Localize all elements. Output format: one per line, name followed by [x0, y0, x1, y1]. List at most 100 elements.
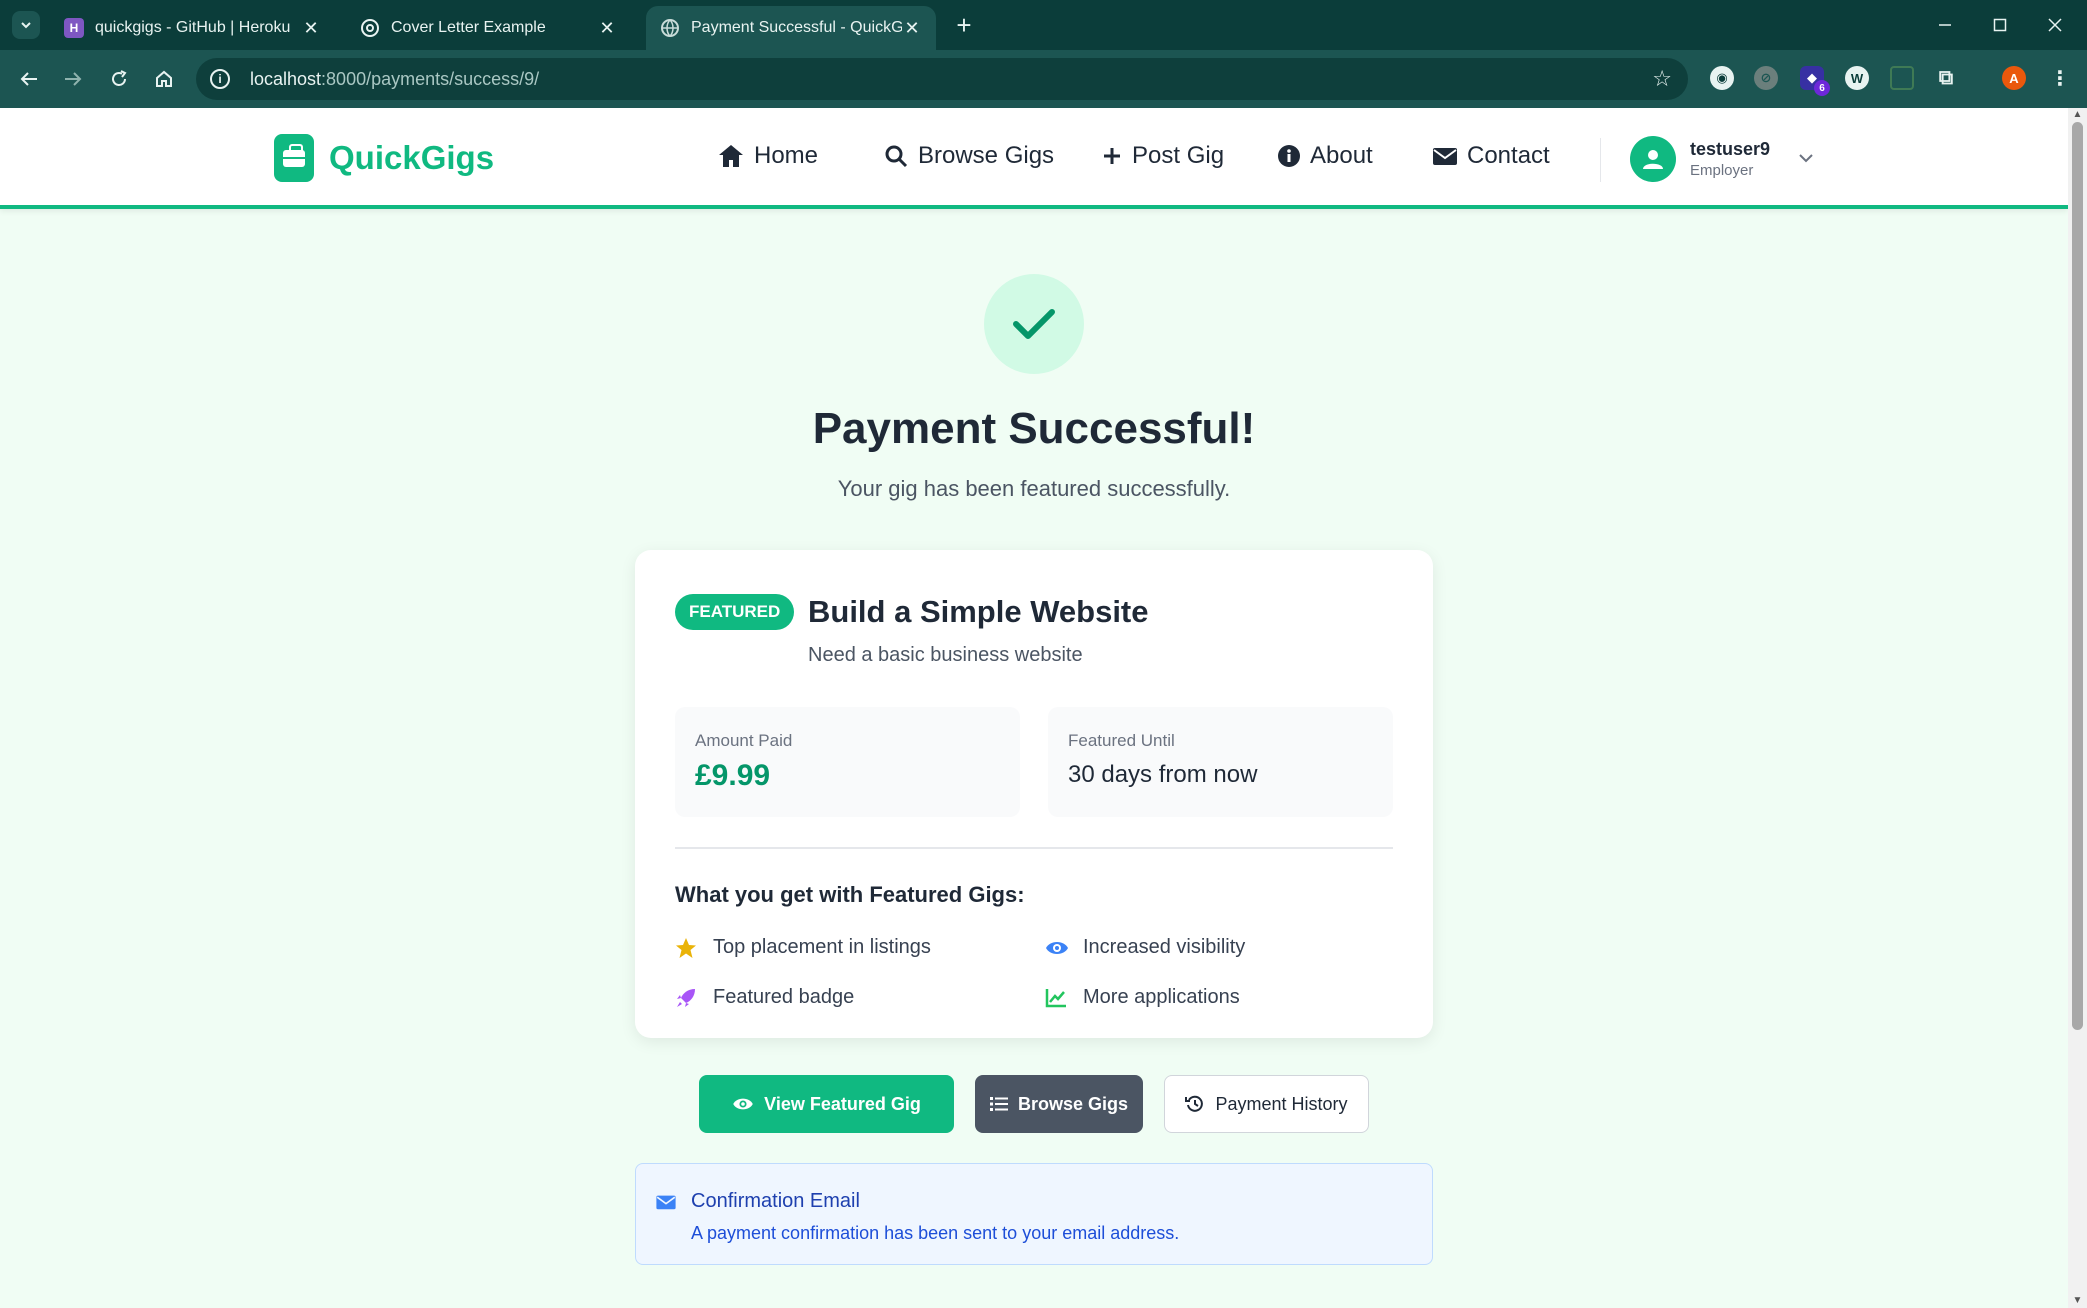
user-role: Employer — [1690, 162, 1754, 179]
window-close-icon[interactable] — [2035, 10, 2075, 40]
notice-title: Confirmation Email — [691, 1190, 860, 1212]
confirmation-email-notice: Confirmation Email A payment confirmatio… — [635, 1163, 1433, 1265]
tab-title: Cover Letter Example — [391, 19, 546, 36]
site-info-icon[interactable]: i — [210, 69, 230, 89]
chevron-down-icon — [21, 22, 31, 29]
home-icon — [718, 144, 744, 168]
user-menu[interactable]: testuser9 Employer — [1630, 136, 1814, 182]
extensions-puzzle-icon[interactable]: ⧉ — [1934, 66, 1958, 90]
tab-search-button[interactable] — [12, 11, 40, 39]
extension-screen-icon[interactable] — [1890, 66, 1914, 90]
new-tab-button[interactable]: + — [950, 10, 978, 40]
extension-blocked-icon[interactable]: ⊘ — [1754, 66, 1778, 90]
nav-label: About — [1310, 142, 1373, 169]
search-icon — [884, 144, 908, 168]
scroll-up-arrow-icon[interactable]: ▲ — [2072, 110, 2083, 120]
scrollbar-thumb[interactable] — [2072, 122, 2083, 1030]
page-scrollbar[interactable]: ▲ ▼ — [2068, 108, 2087, 1308]
nav-label: Home — [754, 142, 819, 169]
amount-paid-label: Amount Paid — [695, 731, 793, 750]
benefit-label: Featured badge — [713, 986, 855, 1008]
nav-post-gig[interactable]: Post Gig — [1102, 142, 1224, 170]
user-avatar — [1630, 136, 1676, 182]
payment-history-button[interactable]: Payment History — [1164, 1075, 1369, 1133]
back-arrow-icon[interactable] — [14, 64, 44, 94]
site-logo[interactable]: QuickGigs — [274, 134, 494, 182]
benefits-title: What you get with Featured Gigs: — [675, 882, 1025, 907]
user-icon — [1643, 150, 1663, 169]
nav-divider — [1600, 138, 1601, 182]
scroll-down-arrow-icon[interactable]: ▼ — [2072, 1296, 2083, 1306]
extension-puzzle-badge-icon[interactable]: ◆ 6 — [1800, 66, 1830, 96]
featured-until-value: 30 days from now — [1068, 761, 1258, 788]
bookmark-star-icon[interactable]: ☆ — [1652, 66, 1672, 92]
history-icon — [1185, 1094, 1205, 1114]
chevron-down-icon — [1798, 150, 1814, 168]
notice-text: A payment confirmation has been sent to … — [691, 1223, 1180, 1243]
amount-paid-box: Amount Paid £9.99 — [675, 707, 1020, 817]
extension-icon[interactable]: ◉ — [1710, 66, 1734, 90]
heroku-icon: H — [64, 18, 84, 38]
forward-arrow-icon[interactable] — [58, 64, 88, 94]
page-viewport: QuickGigs Home Browse Gigs Post Gig Abou… — [0, 108, 2068, 1308]
browse-gigs-button[interactable]: Browse Gigs — [975, 1075, 1143, 1133]
minimize-icon[interactable] — [1925, 10, 1965, 40]
page-subtitle: Your gig has been featured successfully. — [837, 476, 1231, 501]
featured-until-label: Featured Until — [1068, 731, 1175, 750]
button-label: Payment History — [1215, 1093, 1348, 1114]
benefit-label: More applications — [1083, 986, 1240, 1008]
browser-tab-heroku[interactable]: H quickgigs - GitHub | Heroku ✕ — [50, 6, 335, 50]
site-header: QuickGigs Home Browse Gigs Post Gig Abou… — [0, 108, 2068, 209]
featured-badge: FEATURED — [675, 594, 795, 630]
globe-icon — [660, 18, 680, 38]
star-icon — [675, 937, 703, 959]
page-title: Payment Successful! — [812, 404, 1256, 453]
view-featured-gig-button[interactable]: View Featured Gig — [699, 1075, 954, 1133]
nav-label: Post Gig — [1132, 142, 1225, 169]
rocket-icon — [675, 987, 703, 1009]
list-icon — [989, 1096, 1008, 1112]
reload-icon[interactable] — [104, 64, 134, 94]
eye-icon — [732, 1096, 754, 1112]
browser-tab-bar: H quickgigs - GitHub | Heroku ✕ Cover Le… — [0, 0, 2087, 50]
featured-gig-card: FEATURED Build a Simple Website Need a b… — [635, 550, 1433, 1038]
close-tab-icon[interactable]: ✕ — [902, 18, 922, 39]
nav-contact[interactable]: Contact — [1433, 142, 1550, 170]
close-tab-icon[interactable]: ✕ — [301, 18, 321, 39]
featured-until-box: Featured Until 30 days from now — [1048, 707, 1393, 817]
benefit-visibility: Increased visibility — [1045, 936, 1245, 959]
benefit-label: Top placement in listings — [713, 936, 931, 958]
benefit-featured-badge: Featured badge — [675, 986, 854, 1009]
browser-menu-icon[interactable]: ⋮ — [2048, 66, 2072, 90]
briefcase-icon — [274, 134, 314, 182]
nav-label: Contact — [1467, 142, 1550, 169]
user-name: testuser9 — [1690, 139, 1771, 159]
browser-tab-cover-letter[interactable]: Cover Letter Example ✕ — [346, 6, 631, 50]
address-bar[interactable]: i localhost:8000/payments/success/9/ ☆ — [196, 58, 1688, 100]
envelope-icon — [656, 1194, 676, 1215]
benefit-top-placement: Top placement in listings — [675, 936, 931, 959]
success-badge — [984, 274, 1084, 374]
info-icon — [1278, 145, 1300, 167]
browser-tab-payment-successful[interactable]: Payment Successful - QuickGigs ✕ — [646, 6, 936, 50]
nav-label: Browse Gigs — [918, 142, 1055, 169]
maximize-icon[interactable] — [1980, 10, 2020, 40]
tab-title: Payment Successful - QuickGigs — [691, 19, 902, 36]
nav-about[interactable]: About — [1278, 142, 1373, 170]
close-tab-icon[interactable]: ✕ — [597, 18, 617, 39]
eye-icon — [1045, 939, 1073, 957]
nav-home[interactable]: Home — [718, 142, 818, 170]
button-label: View Featured Gig — [764, 1093, 921, 1114]
nav-browse-gigs[interactable]: Browse Gigs — [884, 142, 1054, 170]
home-browser-icon[interactable] — [149, 64, 179, 94]
extension-count-badge: 6 — [1814, 80, 1830, 96]
profile-avatar[interactable]: A — [2002, 66, 2026, 90]
extension-w-icon[interactable]: W — [1845, 66, 1869, 90]
plus-icon — [1102, 146, 1122, 166]
url-text: localhost:8000/payments/success/9/ — [250, 68, 540, 89]
benefit-more-applications: More applications — [1045, 986, 1240, 1009]
card-divider — [675, 847, 1393, 849]
checkmark-icon — [1013, 309, 1055, 339]
tab-title: quickgigs - GitHub | Heroku — [95, 19, 291, 36]
button-label: Browse Gigs — [1017, 1093, 1129, 1114]
